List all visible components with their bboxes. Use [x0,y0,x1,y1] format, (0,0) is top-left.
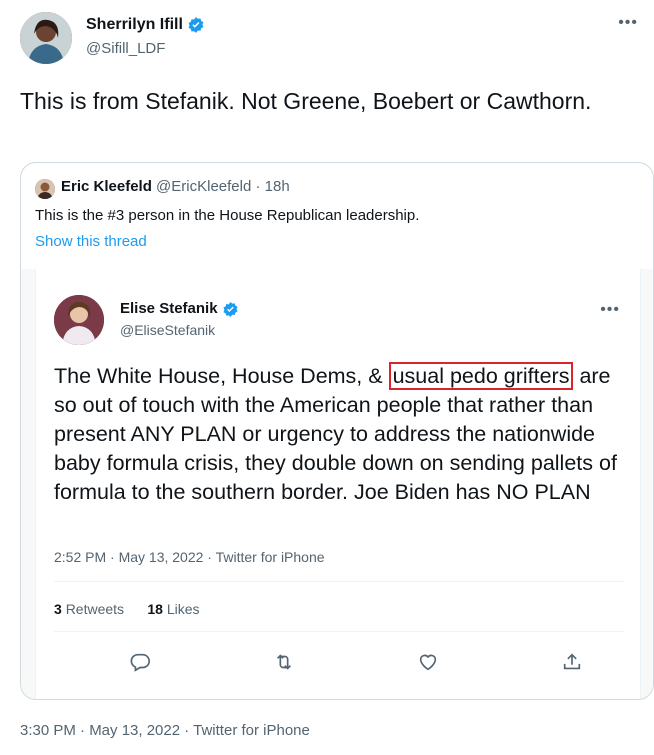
embedded-author-avatar [54,295,104,345]
more-icon[interactable]: ••• [618,15,638,31]
highlighted-phrase: usual pedo grifters [388,362,574,390]
retweets-count: 3 [54,601,62,617]
divider [54,581,624,582]
reply-icon [130,653,150,672]
like-icon [419,654,437,671]
quote-text: This is the #3 person in the House Repub… [35,207,420,224]
more-icon: ••• [600,301,620,318]
embedded-author-handle: @EliseStefanik [120,322,216,338]
embedded-tweet: Elise Stefanik @EliseStefanik ••• The Wh… [35,269,641,699]
embedded-author-name: Elise Stefanik [120,300,239,318]
retweets-label: Retweets [65,601,125,617]
quote-author-name: Eric Kleefeld [61,178,152,195]
likes-count: 18 [147,601,163,617]
quote-author-avatar [35,179,55,199]
embedded-tweet-text: The White House, House Dems, & usual ped… [54,362,634,507]
divider [54,631,624,632]
embedded-stats: 3 Retweets 18 Likes [54,601,200,617]
tweet-timestamp[interactable]: 3:30 PM · May 13, 2022 · Twitter for iPh… [20,722,310,739]
quoted-tweet-card[interactable]: Eric Kleefeld @EricKleefeld · 18h This i… [20,162,654,700]
embedded-screenshot: Elise Stefanik @EliseStefanik ••• The Wh… [21,269,653,699]
quote-author-handle: @EricKleefeld [156,178,252,195]
verified-badge-icon [188,17,204,33]
likes-label: Likes [166,601,200,617]
quote-time: · 18h [255,178,290,195]
author-name[interactable]: Sherrilyn Ifill [86,16,205,34]
embedded-text-before: The White House, House Dems, & [54,364,389,388]
share-icon [563,653,581,670]
embedded-timestamp: 2:52 PM · May 13, 2022 · Twitter for iPh… [54,549,325,565]
verified-badge-icon [223,301,238,317]
quote-header: Eric Kleefeld @EricKleefeld · 18h [61,178,290,195]
author-avatar[interactable] [20,12,72,64]
retweet-icon [276,654,292,670]
author-handle[interactable]: @Sifill_LDF [86,40,165,57]
show-thread-link[interactable]: Show this thread [35,233,147,250]
tweet-text: This is from Stefanik. Not Greene, Boebe… [20,88,592,114]
